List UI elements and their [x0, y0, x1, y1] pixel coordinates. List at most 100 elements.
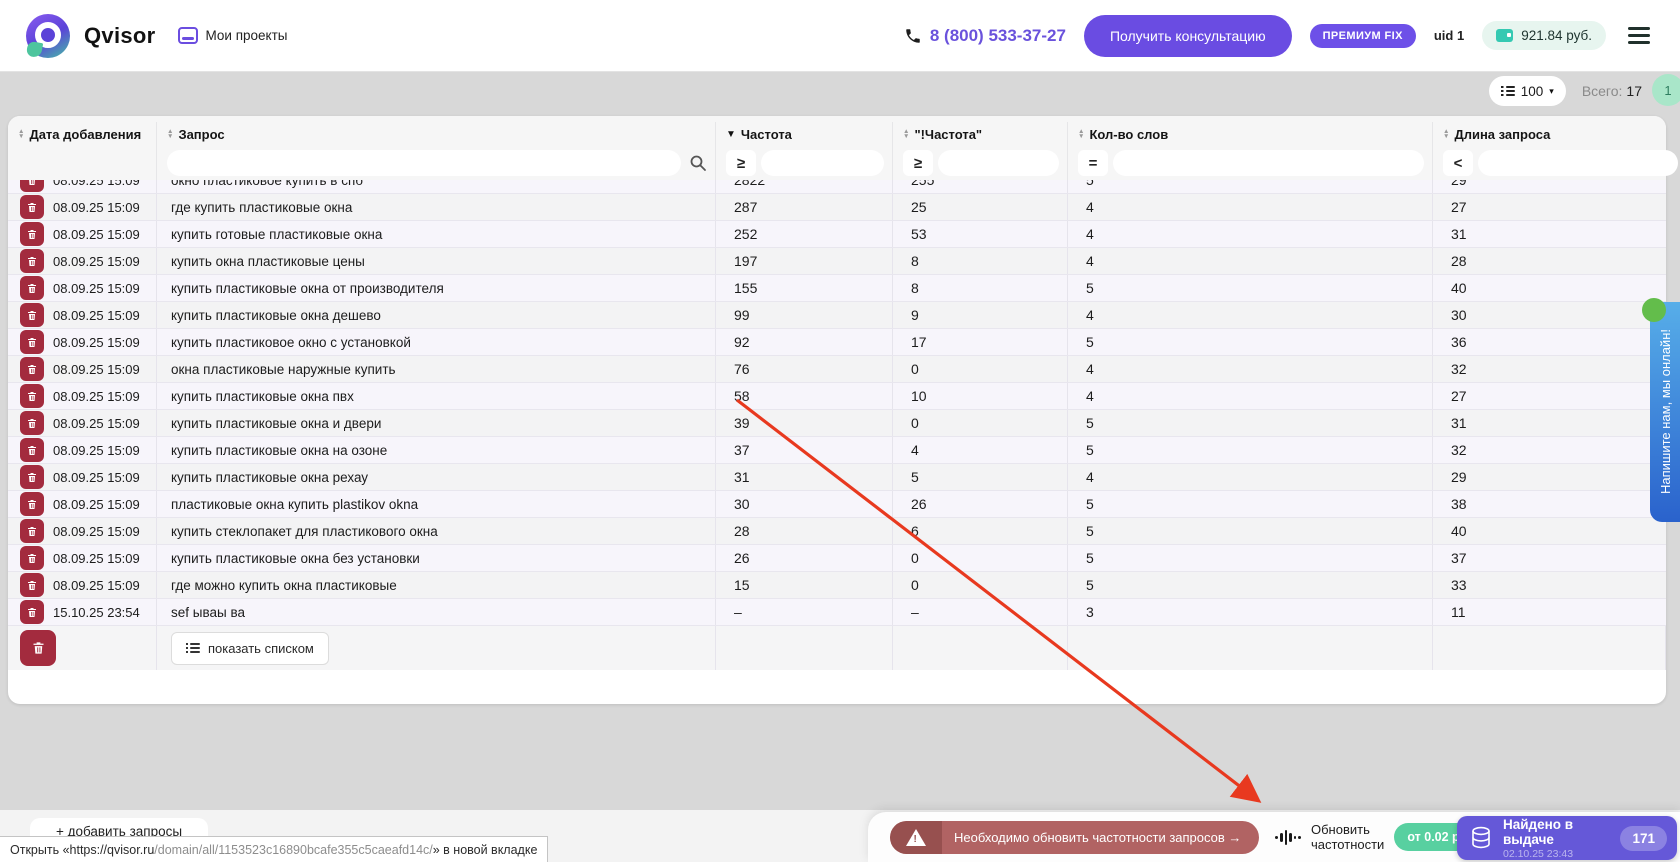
row-date: 08.09.25 15:09	[53, 550, 140, 566]
row-exact-frequency: 8	[893, 275, 1068, 301]
column-sort-control[interactable]: ▲▼ ▼ "!Частота"	[903, 122, 1059, 146]
trash-icon	[33, 642, 43, 654]
delete-row-button[interactable]	[20, 303, 44, 327]
column-sort-control[interactable]: ▲▼ ▼ Дата добавления	[18, 122, 148, 146]
column-sort-control[interactable]: ▲▼ ▼ Запрос	[167, 122, 707, 146]
update-alert-pill[interactable]: ! Необходимо обновить частотности запрос…	[890, 820, 1260, 854]
equalizer-icon	[1275, 829, 1301, 845]
row-query: купить готовые пластиковые окна	[157, 221, 716, 247]
row-query: купить пластиковые окна и двери	[157, 410, 716, 436]
table-row: 08.09.25 15:09 купить пластиковые окна и…	[8, 410, 1666, 437]
column-header: ▲▼ ▼ Длина запроса <	[1433, 122, 1680, 180]
column-header: ▲▼ ▼ Кол-во слов =	[1068, 122, 1433, 180]
phone-icon	[906, 28, 920, 43]
my-projects-link[interactable]: Мои проекты	[177, 27, 288, 44]
phone-number: 8 (800) 533-37-27	[929, 25, 1066, 45]
consultation-button[interactable]: Получить консультацию	[1083, 14, 1292, 57]
row-query-length: 36	[1451, 334, 1467, 350]
queries-table: ▲▼ ▼ Дата добавления ▲▼ ▼ Запрос	[8, 116, 1678, 704]
column-filter-input[interactable]	[761, 150, 884, 176]
row-date: 08.09.25 15:09	[53, 307, 140, 323]
trash-icon	[28, 391, 36, 401]
search-icon[interactable]	[689, 154, 707, 172]
delete-row-button[interactable]	[20, 465, 44, 489]
notification-count-badge[interactable]: 1	[1652, 74, 1680, 106]
row-frequency: 99	[716, 302, 893, 328]
delete-row-button[interactable]	[20, 546, 44, 570]
table-row: 08.09.25 15:09 купить пластиковые окна р…	[8, 464, 1666, 491]
row-query-length: 37	[1451, 550, 1467, 566]
status-url-prefix: Открыть «https://qvisor.ru	[10, 842, 155, 857]
page-size-dropdown[interactable]: 100 ▾	[1488, 76, 1566, 106]
sort-both-icon: ▲ ▼	[1078, 127, 1085, 140]
row-query-length: 32	[1451, 361, 1467, 377]
row-exact-frequency: –	[893, 599, 1068, 625]
column-sort-control[interactable]: ▲▼ ▼ Частота	[726, 122, 884, 146]
row-word-count: 5	[1068, 275, 1433, 301]
column-filter-input[interactable]	[1478, 150, 1678, 176]
column-sort-control[interactable]: ▲▼ ▼ Длина запроса	[1443, 122, 1678, 146]
trash-icon	[28, 310, 36, 320]
wallet-icon	[1496, 29, 1514, 42]
trash-icon	[28, 229, 36, 239]
column-sort-control[interactable]: ▲▼ ▼ Кол-во слов	[1078, 122, 1424, 146]
delete-row-button[interactable]	[20, 180, 44, 192]
column-title: Дата добавления	[29, 126, 142, 142]
row-query: sef ываы ва	[157, 599, 716, 625]
column-header: ▲▼ ▼ "!Частота" ≥	[893, 122, 1068, 180]
delete-row-button[interactable]	[20, 600, 44, 624]
online-chat-tab[interactable]: Напишите нам, мы онлайн!	[1642, 298, 1680, 522]
table-row: 08.09.25 15:09 где купить пластиковые ок…	[8, 194, 1666, 221]
database-icon	[1472, 826, 1490, 849]
phone-link[interactable]: 8 (800) 533-37-27	[904, 26, 1066, 46]
qvisor-logo-icon[interactable]	[26, 13, 70, 58]
delete-row-button[interactable]	[20, 519, 44, 543]
delete-row-button[interactable]	[20, 330, 44, 354]
warning-icon: !	[906, 828, 926, 846]
filter-operator: <	[1443, 150, 1473, 176]
sort-both-icon: ▲ ▼	[1443, 127, 1450, 140]
row-word-count: 5	[1068, 410, 1433, 436]
delete-row-button[interactable]	[20, 438, 44, 462]
row-query-length: 29	[1451, 180, 1467, 188]
delete-row-button[interactable]	[20, 411, 44, 435]
column-filter-input[interactable]	[938, 150, 1059, 176]
delete-row-button[interactable]	[20, 222, 44, 246]
column-title: Запрос	[178, 126, 225, 142]
balance-pill[interactable]: 921.84 руб.	[1482, 21, 1606, 50]
row-word-count: 4	[1068, 194, 1433, 220]
row-date: 08.09.25 15:09	[53, 280, 140, 296]
delete-row-button[interactable]	[20, 195, 44, 219]
column-filter-input[interactable]	[167, 150, 681, 176]
alert-cap: !	[890, 820, 942, 854]
column-filter-input[interactable]	[1113, 150, 1424, 176]
show-as-list-button[interactable]: показать списком	[171, 631, 329, 665]
row-word-count: 5	[1068, 518, 1433, 544]
row-query: купить пластиковые окна от производителя	[157, 275, 716, 301]
table-row: 08.09.25 15:09 купить готовые пластиковы…	[8, 221, 1666, 248]
row-query: купить пластиковые окна без установки	[157, 545, 716, 571]
delete-row-button[interactable]	[20, 276, 44, 300]
row-query-length: 11	[1451, 604, 1466, 620]
delete-row-button[interactable]	[20, 357, 44, 381]
row-exact-frequency: 5	[893, 464, 1068, 490]
delete-all-button[interactable]	[20, 630, 56, 666]
delete-row-button[interactable]	[20, 573, 44, 597]
row-word-count: 4	[1068, 464, 1433, 490]
row-frequency: 39	[716, 410, 893, 436]
row-word-count: 5	[1068, 437, 1433, 463]
row-date: 08.09.25 15:09	[53, 388, 140, 404]
menu-button[interactable]	[1624, 23, 1654, 49]
row-date: 08.09.25 15:09	[53, 469, 140, 485]
delete-row-button[interactable]	[20, 384, 44, 408]
list-icon	[186, 643, 200, 653]
projects-label: Мои проекты	[205, 28, 288, 43]
delete-row-button[interactable]	[20, 249, 44, 273]
delete-row-button[interactable]	[20, 492, 44, 516]
table-toolbar: 100 ▾ Всего: 17	[1488, 76, 1642, 106]
column-title: "!Частота"	[914, 126, 983, 142]
status-url-suffix: » в новой вкладке	[432, 842, 538, 857]
row-exact-frequency: 255	[893, 180, 1068, 193]
serp-results-card[interactable]: Найдено в выдаче 02.10.25 23:43 171	[1457, 816, 1677, 860]
balance-value: 921.84 руб.	[1521, 28, 1592, 43]
